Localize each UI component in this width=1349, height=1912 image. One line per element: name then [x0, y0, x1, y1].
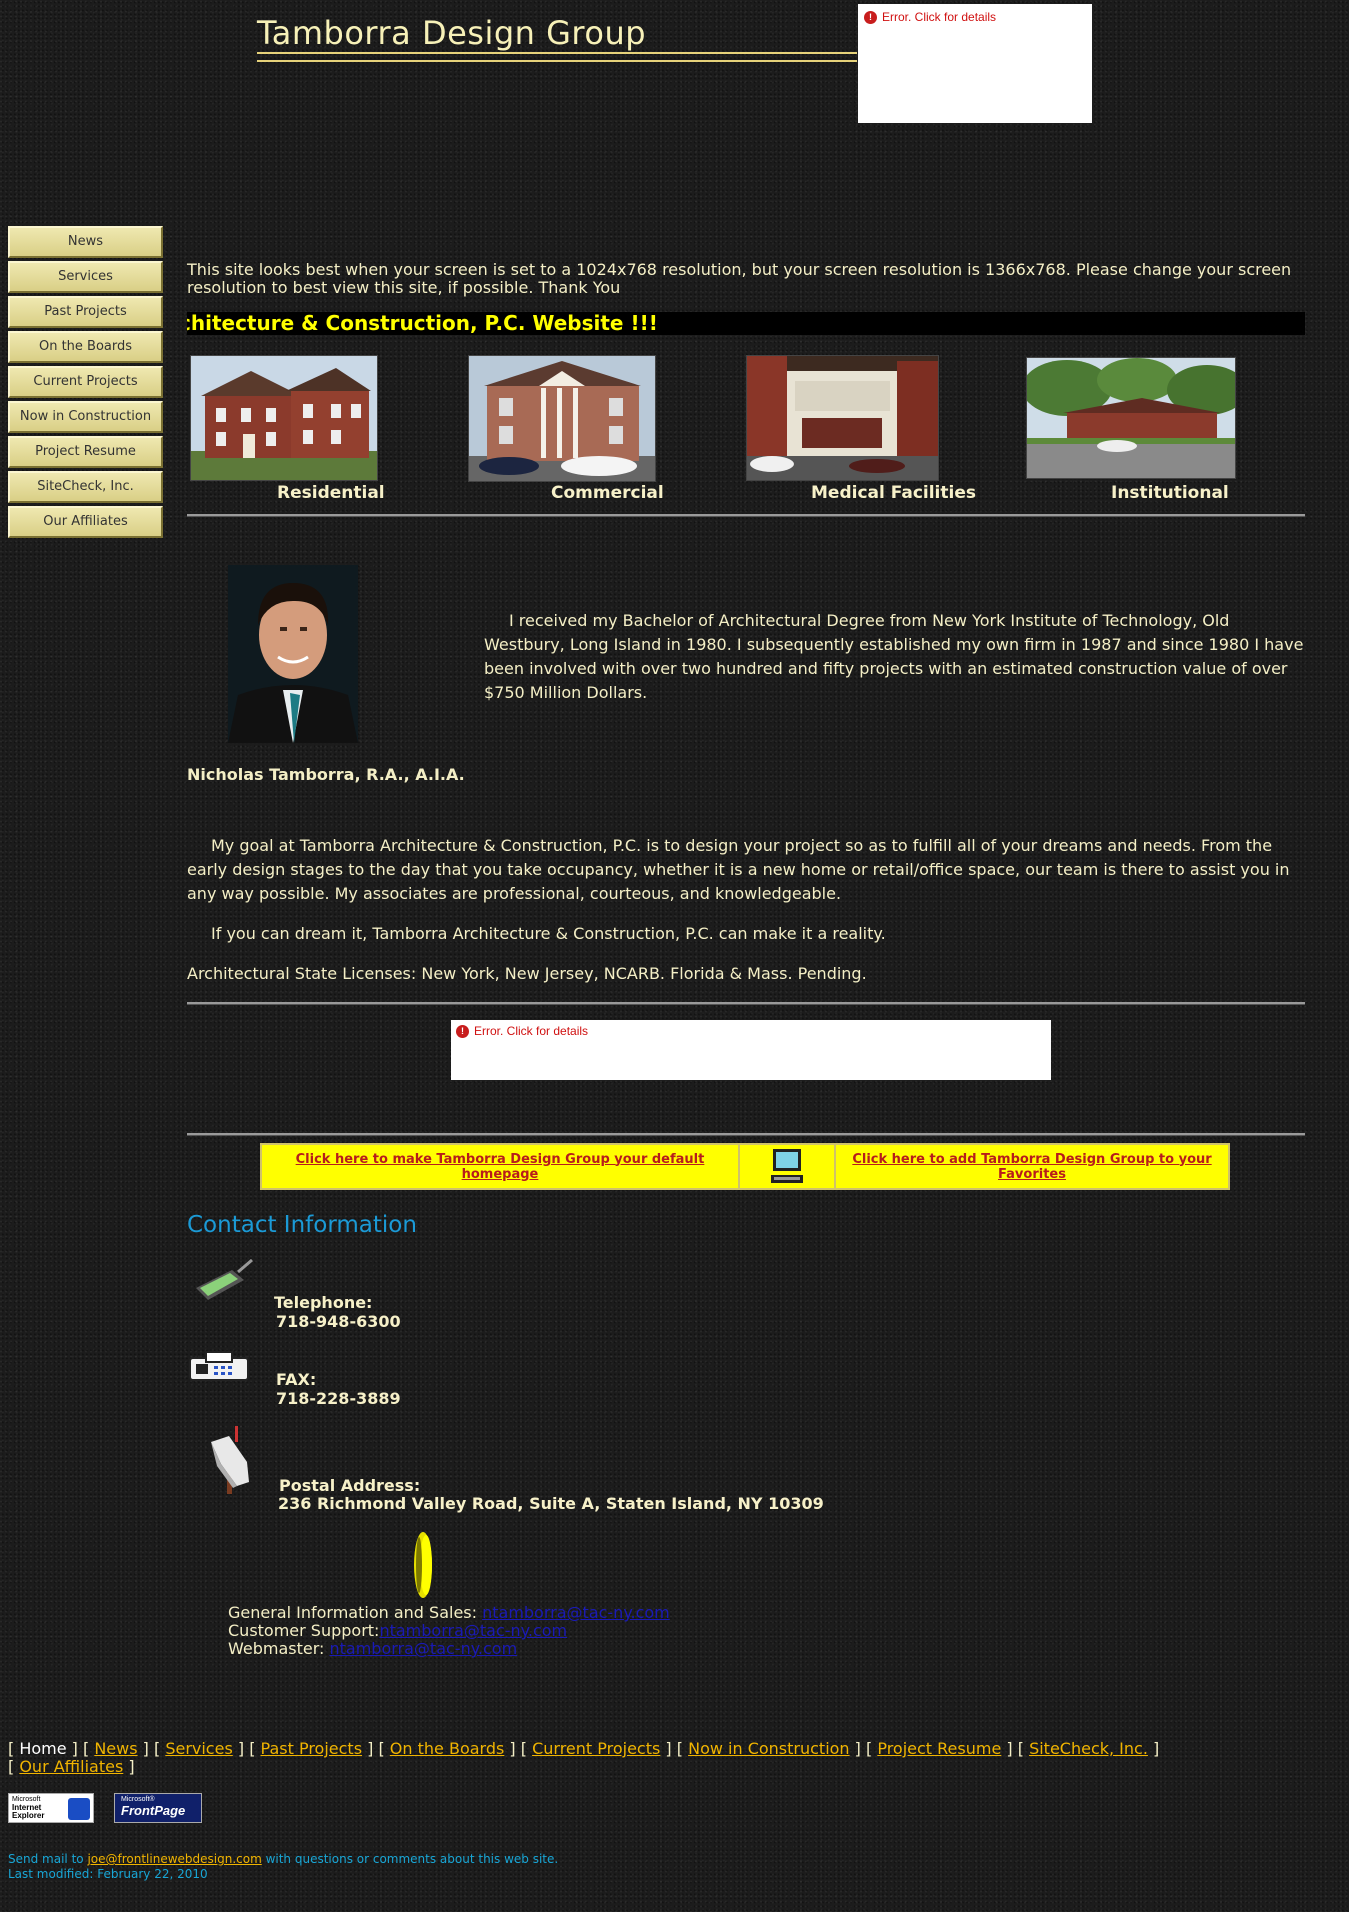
residential-photo[interactable]: [190, 355, 378, 481]
marquee-text: chitecture & Construction, P.C. Website …: [187, 312, 658, 335]
category-label-institutional[interactable]: Institutional: [1111, 483, 1229, 503]
dream-paragraph: If you can dream it, Tamborra Architectu…: [211, 924, 886, 943]
footer-link-current-projects[interactable]: Current Projects: [532, 1739, 660, 1758]
nav-button-services[interactable]: Services: [8, 261, 163, 293]
banner-rule: [257, 52, 857, 62]
favorites-table: Click here to make Tamborra Design Group…: [260, 1143, 1230, 1190]
footer-mail-link[interactable]: joe@frontlinewebdesign.com: [87, 1852, 261, 1866]
fp-badge-text: FrontPage: [121, 1803, 186, 1818]
nav-button-now-in-construction[interactable]: Now in Construction: [8, 401, 163, 433]
portrait-photo: [228, 565, 358, 743]
nav-button-past-projects[interactable]: Past Projects: [8, 296, 163, 328]
category-label-residential[interactable]: Residential: [277, 483, 385, 503]
webmaster-label: Webmaster:: [228, 1639, 330, 1658]
footer-contact: Send mail to joe@frontlinewebdesign.com …: [8, 1852, 558, 1882]
resolution-message: This site looks best when your screen is…: [187, 260, 1292, 297]
footer-mail-prefix: Send mail to: [8, 1852, 88, 1866]
error-box-top[interactable]: ! Error. Click for details: [858, 4, 1092, 123]
nav-button-project-resume[interactable]: Project Resume: [8, 436, 163, 468]
frontpage-badge[interactable]: Microsoft® FrontPage: [114, 1793, 202, 1823]
contact-heading: Contact Information: [187, 1212, 417, 1238]
divider: [187, 1002, 1305, 1005]
error-icon: !: [864, 11, 877, 25]
footer-link-past-projects[interactable]: Past Projects: [261, 1739, 363, 1758]
ie-logo-icon: [68, 1798, 90, 1820]
nav-button-current-projects[interactable]: Current Projects: [8, 366, 163, 398]
support-label: Customer Support:: [228, 1621, 380, 1640]
postal-address: 236 Richmond Valley Road, Suite A, State…: [278, 1494, 824, 1513]
divider: [187, 514, 1305, 517]
institutional-photo[interactable]: [1026, 357, 1236, 479]
computer-icon-cell: [740, 1145, 836, 1188]
favorites-cell: Click here to add Tamborra Design Group …: [836, 1145, 1228, 1188]
scrolling-marquee: chitecture & Construction, P.C. Website …: [187, 312, 1305, 335]
phone-icon: [196, 1258, 253, 1300]
spinning-coin-icon: [414, 1532, 432, 1598]
ie-badge-text: Internet Explorer: [12, 1803, 45, 1820]
commercial-photo[interactable]: [468, 355, 656, 482]
error-icon: !: [456, 1025, 469, 1039]
goal-paragraph: My goal at Tamborra Architecture & Const…: [187, 836, 1290, 903]
medical-facilities-photo[interactable]: [746, 355, 939, 481]
footer-link-services[interactable]: Services: [165, 1739, 232, 1758]
support-line: Customer Support:ntamborra@tac-ny.com: [228, 1622, 567, 1640]
support-email-link[interactable]: ntamborra@tac-ny.com: [379, 1621, 567, 1640]
homepage-cell: Click here to make Tamborra Design Group…: [262, 1145, 740, 1188]
internet-explorer-badge[interactable]: Microsoft Internet Explorer: [8, 1793, 94, 1823]
footer-nav: [ Home ] [ News ] [ Services ] [ Past Pr…: [8, 1739, 1160, 1776]
general-info-email-link[interactable]: ntamborra@tac-ny.com: [482, 1603, 670, 1622]
computer-icon: [771, 1148, 803, 1183]
general-info-label: General Information and Sales:: [228, 1603, 483, 1622]
telephone-label: Telephone:: [274, 1293, 373, 1312]
nav-button-on-the-boards[interactable]: On the Boards: [8, 331, 163, 363]
footer-home-current: Home: [19, 1739, 67, 1758]
error-text: Error. Click for details: [882, 10, 997, 24]
webmaster-line: Webmaster: ntamborra@tac-ny.com: [228, 1640, 517, 1658]
divider: [187, 1133, 1305, 1136]
footer-mail-suffix: with questions or comments about this we…: [261, 1852, 559, 1866]
general-info-line: General Information and Sales: ntamborra…: [228, 1604, 670, 1622]
category-label-medical-facilities[interactable]: Medical Facilities: [811, 483, 976, 503]
fax-icon: [189, 1351, 249, 1381]
nav-button-news[interactable]: News: [8, 226, 163, 258]
last-modified: Last modified: February 22, 2010: [8, 1867, 208, 1881]
architect-name: Nicholas Tamborra, R.A., A.I.A.: [187, 765, 465, 784]
error-text: Error. Click for details: [474, 1024, 589, 1038]
footer-link-project-resume[interactable]: Project Resume: [877, 1739, 1001, 1758]
make-homepage-link[interactable]: Click here to make Tamborra Design Group…: [262, 1152, 738, 1182]
category-label-commercial[interactable]: Commercial: [551, 483, 664, 503]
footer-link-on-the-boards[interactable]: On the Boards: [390, 1739, 505, 1758]
postal-label: Postal Address:: [279, 1476, 421, 1495]
bio-paragraph: I received my Bachelor of Architectural …: [484, 611, 1304, 702]
footer-link-now-in-construction[interactable]: Now in Construction: [688, 1739, 849, 1758]
nav-button-sitecheck[interactable]: SiteCheck, Inc.: [8, 471, 163, 503]
left-nav: News Services Past Projects On the Board…: [8, 226, 163, 541]
mailbox-icon: [211, 1426, 249, 1494]
fax-label: FAX:: [276, 1370, 317, 1389]
add-favorites-link[interactable]: Click here to add Tamborra Design Group …: [836, 1152, 1228, 1182]
site-title: Tamborra Design Group: [257, 14, 647, 52]
footer-link-sitecheck[interactable]: SiteCheck, Inc.: [1029, 1739, 1148, 1758]
footer-link-news[interactable]: News: [94, 1739, 137, 1758]
fax-number: 718-228-3889: [276, 1389, 401, 1408]
licenses-paragraph: Architectural State Licenses: New York, …: [187, 964, 867, 983]
footer-link-our-affiliates[interactable]: Our Affiliates: [19, 1757, 123, 1776]
nav-button-our-affiliates[interactable]: Our Affiliates: [8, 506, 163, 538]
error-box-middle[interactable]: ! Error. Click for details: [451, 1020, 1051, 1080]
telephone-number: 718-948-6300: [276, 1312, 401, 1331]
webmaster-email-link[interactable]: ntamborra@tac-ny.com: [330, 1639, 518, 1658]
